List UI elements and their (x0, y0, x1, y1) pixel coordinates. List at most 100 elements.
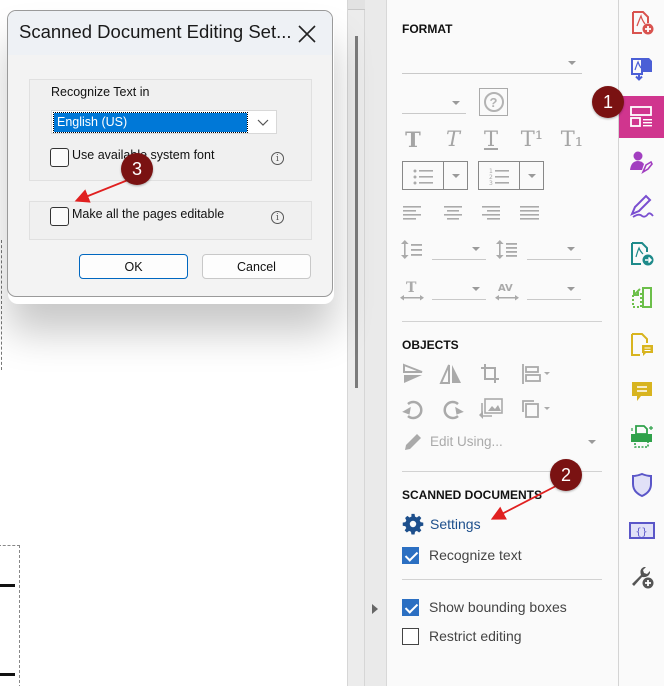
cancel-button[interactable]: Cancel (202, 254, 311, 279)
comment-icon (632, 382, 652, 401)
settings-label[interactable]: Settings (430, 516, 481, 532)
font-help-button[interactable]: ? (479, 88, 508, 116)
info-icon[interactable]: i (271, 211, 284, 224)
rail-edit-pdf[interactable] (619, 96, 664, 138)
rail-javascript[interactable]: {} (619, 511, 664, 551)
show-bounding-boxes-checkbox[interactable] (402, 598, 419, 616)
chevron-down-icon (472, 247, 480, 251)
rail-comment-file[interactable] (619, 325, 664, 365)
italic-icon[interactable]: T (441, 126, 465, 152)
make-pages-editable-option[interactable]: Make all the pages editable (50, 207, 224, 226)
format-section-title: FORMAT (402, 22, 453, 36)
edit-pdf-panel: FORMAT ? T T T T¹ T₁ 123 T AV OBJECTS Ed… (387, 0, 618, 686)
panel-gutter (365, 0, 387, 686)
svg-text:T: T (406, 280, 417, 296)
restrict-editing-option[interactable]: Restrict editing (402, 626, 522, 646)
replace-image-icon[interactable] (478, 397, 504, 421)
align-center-icon[interactable] (442, 205, 464, 221)
recognize-text-option[interactable]: Recognize text (402, 545, 522, 565)
align-right-icon[interactable] (480, 205, 502, 221)
show-bounding-boxes-label: Show bounding boxes (429, 599, 567, 615)
collapse-panel-arrow-icon[interactable] (372, 604, 378, 614)
flip-vertical-icon[interactable] (402, 363, 426, 385)
rail-organize-pages[interactable] (619, 278, 664, 318)
more-tools-icon (632, 567, 654, 589)
export-pdf-icon (631, 58, 652, 81)
info-icon[interactable]: i (271, 152, 284, 165)
scroll-up-button[interactable] (348, 0, 365, 10)
tools-rail: {} (618, 0, 664, 686)
edit-using-label: Edit Using... (430, 434, 503, 449)
line-spacing-select[interactable] (432, 238, 486, 260)
section-divider (402, 579, 602, 580)
scanned-documents-section-title: SCANNED DOCUMENTS (402, 488, 543, 502)
recognize-text-label: Recognize text (429, 547, 522, 563)
rotate-clockwise-icon[interactable] (440, 398, 464, 420)
recognize-text-checkbox[interactable] (402, 546, 419, 564)
pencil-icon (405, 434, 421, 450)
use-system-font-checkbox[interactable] (50, 148, 69, 167)
arrange-objects-icon[interactable] (520, 398, 552, 420)
request-signatures-icon (630, 151, 653, 174)
numbered-list-dropdown[interactable] (520, 162, 543, 189)
ok-button[interactable]: OK (79, 254, 188, 279)
crop-icon[interactable] (479, 363, 503, 385)
align-left-icon[interactable] (403, 205, 425, 221)
paragraph-spacing-icon (496, 240, 517, 259)
scrollbar-thumb[interactable] (355, 36, 358, 388)
document-text-fragment (0, 673, 15, 676)
character-spacing-icon: AV (495, 283, 519, 301)
align-justify-icon[interactable] (520, 205, 542, 221)
scanned-settings-link[interactable]: Settings (402, 512, 481, 536)
annotation-badge-1: 1 (592, 86, 624, 118)
rail-share[interactable] (619, 234, 664, 274)
language-select[interactable]: English (US) (51, 110, 277, 134)
comment-file-icon (631, 333, 653, 356)
horizontal-scaling-select[interactable] (432, 278, 486, 300)
bold-icon[interactable]: T (401, 126, 425, 152)
align-objects-icon[interactable] (520, 363, 552, 385)
vertical-scrollbar[interactable] (347, 0, 365, 686)
bullet-list-button[interactable] (402, 161, 468, 190)
flip-horizontal-icon[interactable] (439, 363, 463, 385)
rail-export-pdf[interactable] (619, 48, 664, 88)
restrict-editing-checkbox[interactable] (402, 627, 419, 645)
bullet-list-dropdown[interactable] (444, 162, 467, 189)
character-spacing-select[interactable] (527, 278, 581, 300)
fill-sign-icon (630, 194, 654, 218)
make-pages-editable-label: Make all the pages editable (72, 207, 225, 221)
rail-create-pdf[interactable] (619, 3, 664, 43)
rail-protect[interactable] (619, 465, 664, 505)
show-bounding-boxes-option[interactable]: Show bounding boxes (402, 597, 567, 617)
chevron-down-icon (257, 119, 269, 126)
font-size-select[interactable] (402, 92, 466, 114)
rail-print-production[interactable] (619, 417, 664, 457)
chevron-down-icon (452, 101, 460, 105)
subscript-icon[interactable]: T₁ (557, 126, 587, 152)
recognize-text-group: Recognize Text in English (US) Use avail… (29, 79, 312, 181)
rail-request-signatures[interactable] (619, 142, 664, 182)
objects-section-title: OBJECTS (402, 338, 459, 352)
numbered-list-button[interactable]: 123 (478, 161, 544, 190)
bullet-list-icon[interactable] (403, 162, 444, 189)
edit-using-dropdown[interactable]: Edit Using... (402, 431, 602, 453)
paragraph-spacing-select[interactable] (527, 238, 581, 260)
rail-more-tools[interactable] (619, 557, 664, 597)
underline-icon[interactable]: T (479, 126, 503, 152)
numbered-list-icon[interactable]: 123 (479, 162, 520, 189)
superscript-icon[interactable]: T¹ (517, 126, 547, 152)
make-pages-editable-checkbox[interactable] (50, 207, 69, 226)
svg-text:AV: AV (498, 283, 513, 294)
font-family-select[interactable] (402, 52, 582, 74)
rotate-counterclockwise-icon[interactable] (402, 398, 426, 420)
svg-text:3: 3 (489, 180, 493, 187)
gear-icon (402, 513, 424, 535)
dialog-close-button[interactable] (294, 21, 320, 47)
protect-icon (632, 472, 652, 498)
language-selected-value: English (US) (53, 112, 248, 133)
section-divider (402, 321, 602, 322)
rail-fill-sign[interactable] (619, 187, 664, 227)
rail-comment[interactable] (619, 372, 664, 412)
annotation-badge-3: 3 (121, 153, 153, 185)
question-icon: ? (483, 92, 504, 112)
